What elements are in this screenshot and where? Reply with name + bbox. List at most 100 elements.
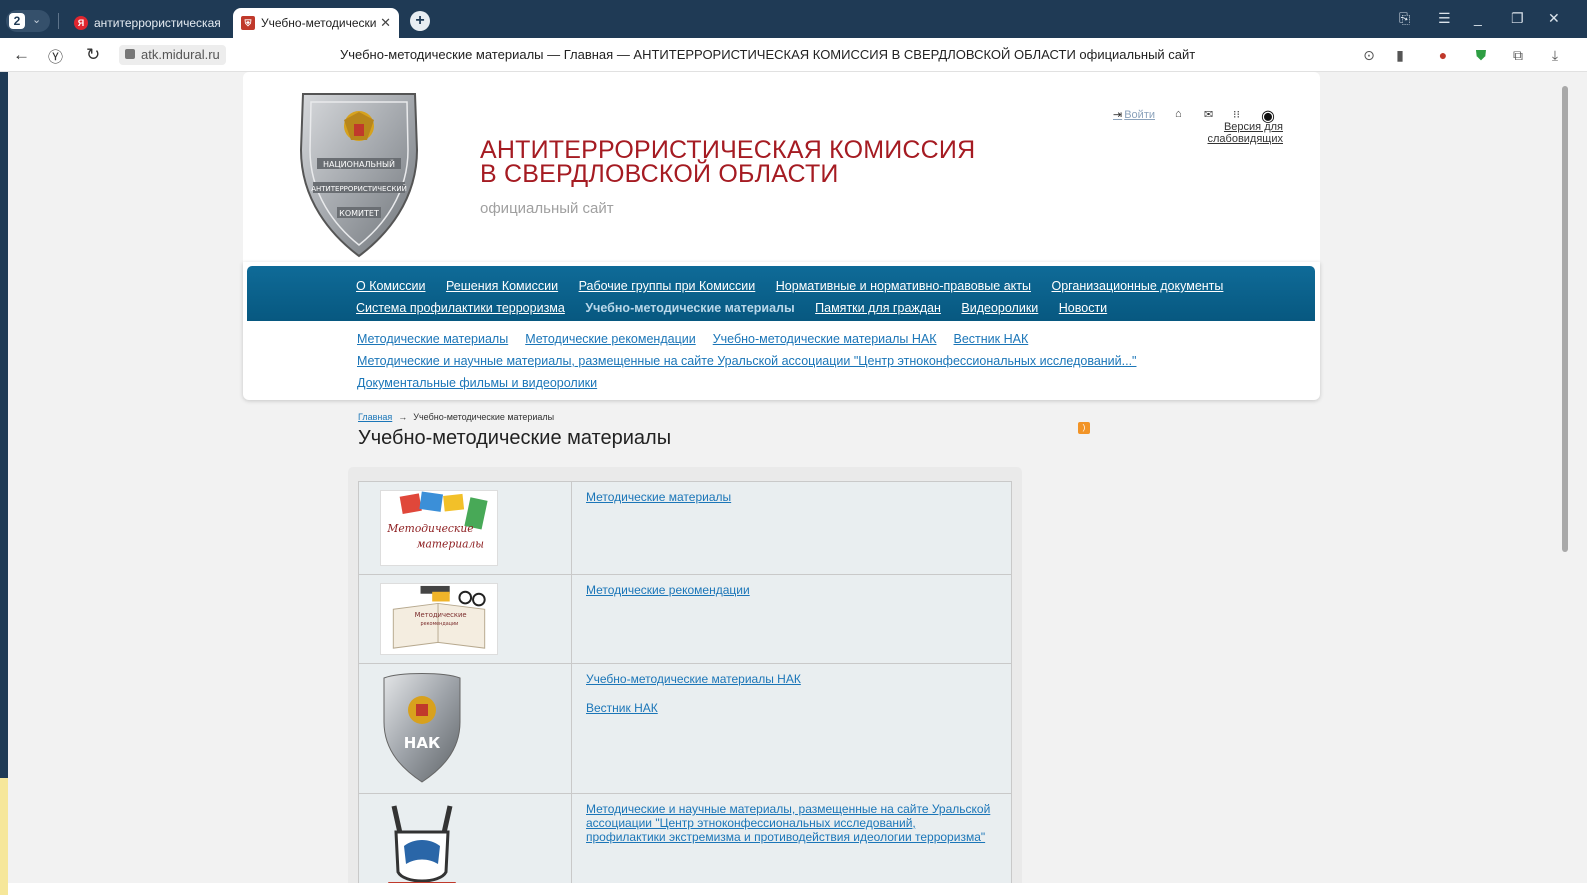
url-text: atk.midural.ru [141,47,220,62]
close-window-icon[interactable]: ✕ [1548,10,1560,27]
table-cell-image: НАК [358,663,572,794]
table-cell-image: Методические материалы [358,481,572,575]
link-ural-association[interactable]: Методические и научные материалы, размещ… [586,802,997,844]
tablet-mode-icon[interactable]: ⎘ [1399,10,1410,27]
menu-item-memos[interactable]: Памятки для граждан [815,301,941,315]
thumb-caption-2: материалы [417,537,484,550]
table-row: Методические рекомендации Методические р… [358,574,1012,664]
site-header: НАЦИОНАЛЬНЫЙ АНТИТЕРРОРИСТИЧЕСКИЙ КОМИТЕ… [243,72,1320,266]
table-row: Методические и научные материалы, размещ… [358,793,1012,883]
main-menu-row-2: Система профилактики терроризма Учебно-м… [356,301,1124,315]
tab-title: антитеррористическая ко [94,16,224,30]
shield-icon[interactable]: ⛊ [1473,47,1489,63]
menu-item-prevention-system[interactable]: Система профилактики терроризма [356,301,565,315]
menu-icon[interactable]: ☰ [1438,10,1451,27]
thumb-caption-1: Методические [386,522,473,535]
menu-item-org-docs[interactable]: Организационные документы [1051,279,1223,293]
url-field[interactable]: atk.midural.ru [119,45,226,65]
bookmark-icon[interactable]: ▮ [1392,47,1408,63]
reload-icon[interactable]: ↻ [86,45,100,65]
ural-association-emblem-image[interactable] [380,802,464,883]
tab-title: Учебно-методические [261,16,377,30]
scrollbar-thumb[interactable] [1562,86,1568,552]
table-cell-links: Методические рекомендации [571,574,1012,664]
menu-item-about[interactable]: О Комиссии [356,279,425,293]
yandex-home-icon[interactable]: Ⓨ [48,46,63,67]
nak-shield-image[interactable]: НАК [380,672,464,784]
sitemap-icon[interactable]: ⁝⁝ [1233,108,1240,121]
site-subtitle: официальный сайт [480,200,614,217]
impaired-version-link[interactable]: Версия для слабовидящих [1201,121,1283,145]
menu-item-decisions[interactable]: Решения Комиссии [446,279,558,293]
breadcrumb-home[interactable]: Главная [358,412,392,422]
window-edge [0,72,8,895]
link-nak-herald[interactable]: Вестник НАК [586,701,997,715]
link-methodical-materials[interactable]: Методические материалы [586,490,997,504]
rss-icon[interactable]: ) [1078,422,1090,434]
mail-icon[interactable]: ✉ [1204,108,1213,121]
close-tab-icon[interactable]: ✕ [380,8,391,38]
methodical-recommendations-image[interactable]: Методические рекомендации [380,583,498,655]
login-link[interactable]: ⇥ Войти [1113,108,1155,121]
sub-menu: Методические материалы Методические реком… [357,328,1257,394]
tab-count: 2 [9,13,25,29]
page-title: Учебно-методические материалы [358,427,672,449]
submenu-item-nak-herald[interactable]: Вестник НАК [954,332,1029,346]
emblem-text-1: НАЦИОНАЛЬНЫЙ [323,158,395,169]
content-panel: Методические материалы Методические мате… [348,467,1022,883]
breadcrumb-current: Учебно-методические материалы [413,412,555,422]
main-menu-row-1: О Комиссии Решения Комиссии Рабочие груп… [356,279,1240,293]
extension-icon[interactable]: ● [1435,47,1451,63]
submenu-item-methodical-recommendations[interactable]: Методические рекомендации [525,332,696,346]
restore-icon[interactable]: ❐ [1511,10,1524,27]
methodical-materials-image[interactable]: Методические материалы [380,490,498,566]
browser-tab-yandex[interactable]: Я антитеррористическая ко [66,8,228,38]
protect-icon[interactable]: ⊙ [1361,47,1377,63]
tab-separator [58,13,59,29]
login-label: Войти [1124,109,1156,121]
home-icon[interactable]: ⌂ [1175,108,1182,120]
menu-item-teaching-materials[interactable]: Учебно-методические материалы [585,301,794,315]
nak-caption: НАК [404,734,441,752]
tab-counter-button[interactable]: 2 ⌄ [6,10,50,32]
materials-table: Методические материалы Методические мате… [358,481,1012,883]
menu-item-working-groups[interactable]: Рабочие группы при Комиссии [579,279,756,293]
thumb-caption-2: рекомендации [421,621,459,627]
menu-item-normative-acts[interactable]: Нормативные и нормативно-правовые акты [776,279,1031,293]
new-tab-button[interactable]: + [410,11,430,31]
main-menu: О Комиссии Решения Комиссии Рабочие груп… [247,266,1315,321]
browser-tab-active[interactable]: ⛨ Учебно-методические ✕ [233,8,399,38]
menu-item-news[interactable]: Новости [1059,301,1107,315]
breadcrumb: Главная → Учебно-методические материалы [358,412,554,422]
browser-tab-bar: 2 ⌄ Я антитеррористическая ко ⛨ Учебно-м… [0,0,1587,38]
breadcrumb-arrow: → [398,412,408,422]
link-nak-materials[interactable]: Учебно-методические материалы НАК [586,672,997,686]
menu-item-videos[interactable]: Видеоролики [961,301,1038,315]
page-viewport: НАЦИОНАЛЬНЫЙ АНТИТЕРРОРИСТИЧЕСКИЙ КОМИТЕ… [8,72,1571,883]
thumb-caption-1: Методические [415,611,467,619]
table-row: НАК Учебно-методические материалы НАК Ве… [358,663,1012,794]
emblem-shield-icon: НАЦИОНАЛЬНЫЙ АНТИТЕРРОРИСТИЧЕСКИЙ КОМИТЕ… [299,93,419,258]
minimize-icon[interactable]: _ [1474,10,1482,26]
chevron-down-icon: ⌄ [32,14,42,26]
submenu-item-methodical-materials[interactable]: Методические материалы [357,332,508,346]
download-icon[interactable]: ⤓ [1547,47,1563,63]
table-cell-links: Методические и научные материалы, размещ… [571,793,1012,883]
login-icon: ⇥ [1113,109,1123,121]
submenu-item-ural-association[interactable]: Методические и научные материалы, размещ… [357,354,1137,368]
submenu-item-documentary-films[interactable]: Документальные фильмы и видеоролики [357,376,597,390]
site-name: АНТИТЕРРОРИСТИЧЕСКАЯ КОМИССИЯ В СВЕРДЛОВ… [480,136,976,188]
emblem-text-3: КОМИТЕТ [339,209,379,218]
lock-icon [125,49,135,59]
page-title-in-bar: Учебно-методические материалы — Главная … [340,47,1196,62]
site-name-line2: В СВЕРДЛОВСКОЙ ОБЛАСТИ [480,160,839,188]
window-bottom-edge [8,883,1587,895]
vertical-scrollbar[interactable] [1560,72,1570,883]
yandex-favicon-icon: Я [74,16,88,30]
extensions-puzzle-icon[interactable]: ⧉ [1510,47,1526,63]
link-methodical-recommendations[interactable]: Методические рекомендации [586,583,997,597]
site-name-line1: АНТИТЕРРОРИСТИЧЕСКАЯ КОМИССИЯ [480,136,976,164]
submenu-item-nak-materials[interactable]: Учебно-методические материалы НАК [713,332,937,346]
back-arrow-icon[interactable]: ← [13,45,30,65]
table-cell-links: Учебно-методические материалы НАК Вестни… [571,663,1012,794]
